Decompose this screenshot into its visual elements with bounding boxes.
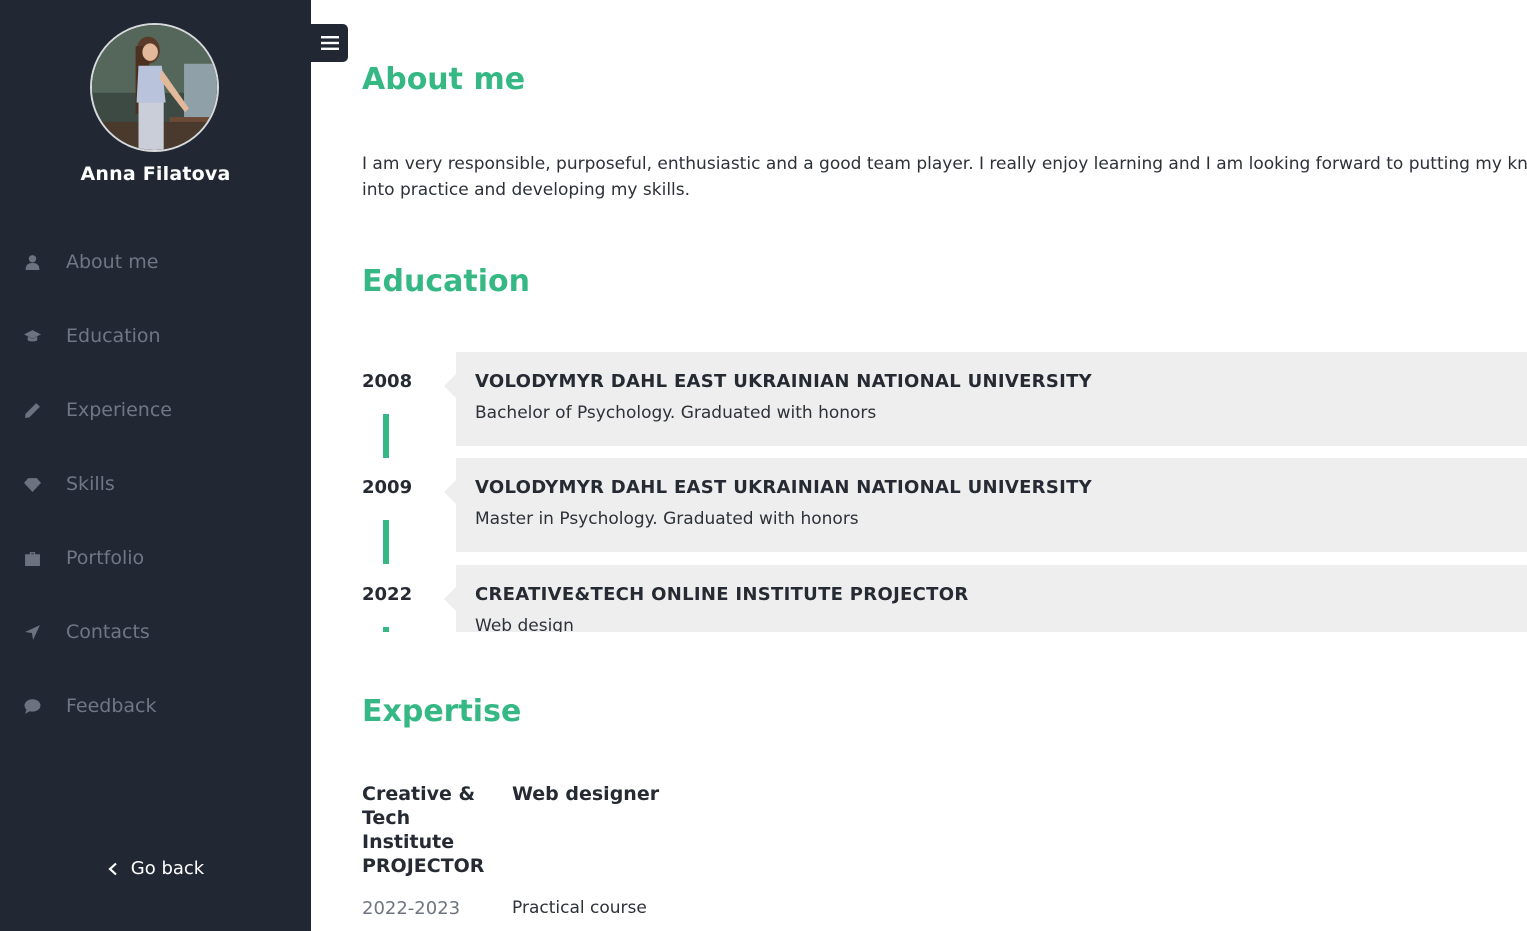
timeline-description: Web design xyxy=(475,616,574,632)
timeline-title: VOLODYMYR DAHL EAST UKRAINIAN NATIONAL U… xyxy=(475,371,1093,392)
sidebar-item-label: Contacts xyxy=(66,621,150,643)
chevron-left-icon xyxy=(108,862,117,875)
sidebar-item-label: Portfolio xyxy=(66,547,145,569)
timeline-year: 2008 xyxy=(362,371,413,392)
pencil-icon xyxy=(22,400,42,420)
profile-photo xyxy=(92,25,217,150)
sidebar-item-label: Experience xyxy=(66,399,172,421)
expertise-type: Practical course xyxy=(512,898,647,918)
timeline-description: Bachelor of Psychology. Graduated with h… xyxy=(475,403,877,423)
briefcase-icon xyxy=(22,548,42,568)
sidebar-item-label: Feedback xyxy=(66,695,157,717)
location-arrow-icon xyxy=(22,622,42,642)
comment-icon xyxy=(22,696,42,716)
education-timeline: 2008 VOLODYMYR DAHL EAST UKRAINIAN NATIO… xyxy=(362,352,1527,632)
timeline-item: 2009 VOLODYMYR DAHL EAST UKRAINIAN NATIO… xyxy=(362,458,1527,564)
expertise-role: Web designer xyxy=(512,783,660,805)
expertise-organization: Creative & Tech Institute PROJECTOR xyxy=(362,783,485,877)
timeline-description: Master in Psychology. Graduated with hon… xyxy=(475,509,859,529)
sidebar-item-about-me[interactable]: About me xyxy=(0,225,311,299)
sidebar-item-skills[interactable]: Skills xyxy=(0,447,311,521)
expertise-heading: Expertise xyxy=(362,694,522,729)
sidebar-item-label: About me xyxy=(66,251,159,273)
expertise-period: 2022-2023 xyxy=(362,898,461,919)
timeline-title: CREATIVE&TECH ONLINE INSTITUTE PROJECTOR xyxy=(475,584,969,605)
education-heading: Education xyxy=(362,264,530,299)
avatar xyxy=(90,23,219,152)
timeline-connector xyxy=(383,627,389,632)
timeline-year: 2022 xyxy=(362,584,413,605)
timeline-title: VOLODYMYR DAHL EAST UKRAINIAN NATIONAL U… xyxy=(475,477,1093,498)
timeline-card: VOLODYMYR DAHL EAST UKRAINIAN NATIONAL U… xyxy=(444,352,1527,446)
sidebar-item-experience[interactable]: Experience xyxy=(0,373,311,447)
timeline-card: CREATIVE&TECH ONLINE INSTITUTE PROJECTOR… xyxy=(444,565,1527,632)
timeline-connector xyxy=(383,520,389,564)
sidebar-item-education[interactable]: Education xyxy=(0,299,311,373)
go-back-button[interactable]: Go back xyxy=(0,858,311,879)
go-back-label: Go back xyxy=(130,858,205,879)
user-icon xyxy=(22,252,42,272)
sidebar-item-portfolio[interactable]: Portfolio xyxy=(0,521,311,595)
timeline-item: 2008 VOLODYMYR DAHL EAST UKRAINIAN NATIO… xyxy=(362,352,1527,458)
timeline-item: 2022 CREATIVE&TECH ONLINE INSTITUTE PROJ… xyxy=(362,565,1527,632)
sidebar-item-label: Education xyxy=(66,325,161,347)
timeline-year: 2009 xyxy=(362,477,413,498)
about-text: I am very responsible, purposeful, enthu… xyxy=(362,154,1527,200)
timeline-connector xyxy=(383,414,389,458)
sidebar-item-feedback[interactable]: Feedback xyxy=(0,669,311,743)
sidebar: Anna Filatova About me Education Experie… xyxy=(0,0,311,931)
graduation-cap-icon xyxy=(22,326,42,346)
main-content: About me I am very responsible, purposef… xyxy=(311,0,1527,931)
profile-name: Anna Filatova xyxy=(80,163,231,185)
about-heading: About me xyxy=(362,62,526,97)
sidebar-item-contacts[interactable]: Contacts xyxy=(0,595,311,669)
timeline-card: VOLODYMYR DAHL EAST UKRAINIAN NATIONAL U… xyxy=(444,458,1527,552)
sidebar-item-label: Skills xyxy=(66,473,115,495)
sidebar-nav: About me Education Experience Skills Por… xyxy=(0,225,311,743)
diamond-icon xyxy=(22,474,42,494)
